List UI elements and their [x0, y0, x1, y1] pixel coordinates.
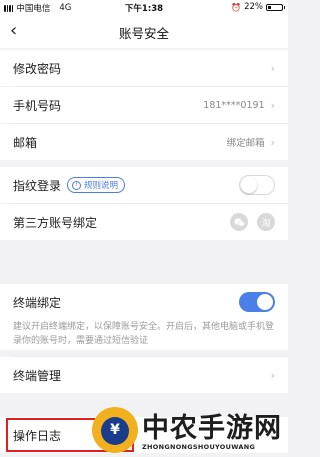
watermark-subtitle: ZHONGNONGSHOUYOUWANG [142, 443, 256, 451]
row-device-management[interactable]: 终端管理 › [0, 357, 288, 393]
status-bar: 中国电信 4G 下午1:38 ⏰ 22% [0, 0, 288, 14]
rule-info-button[interactable]: ! 规则说明 [67, 177, 126, 193]
chevron-right-icon: › [270, 61, 275, 75]
watermark-logo: ¥ [92, 407, 138, 453]
row-label: 终端绑定 [13, 295, 62, 310]
battery-fill [268, 5, 271, 9]
row-label: 终端管理 [13, 368, 62, 383]
row-phone[interactable]: 手机号码 181****0191 › [0, 87, 288, 123]
alarm-icon: ⏰ [231, 2, 242, 12]
social-icons: 淘 [230, 213, 275, 231]
device-binding-note: 建议开启终端绑定，以保障账号安全。开启后，其他电脑或手机登录你的账号时，需要通过… [0, 320, 288, 350]
watermark-title: 中农手游网 [142, 413, 282, 444]
battery-icon [266, 3, 285, 11]
row-label: 第三方账号绑定 [13, 215, 98, 230]
row-device-binding: 终端绑定 [0, 284, 288, 320]
row-email[interactable]: 邮箱 绑定邮箱 › [0, 124, 288, 160]
device-binding-toggle[interactable] [239, 292, 275, 312]
nav-bar: ‹ 账号安全 [0, 14, 288, 48]
toggle-knob [241, 177, 257, 193]
row-label: 修改密码 [13, 61, 62, 76]
chevron-right-icon: › [270, 135, 275, 149]
chevron-right-icon: › [270, 98, 275, 112]
toggle-knob [257, 294, 273, 310]
rule-info-label: 规则说明 [84, 181, 119, 191]
status-right: ⏰ 22% [231, 2, 285, 12]
fingerprint-toggle[interactable] [239, 175, 275, 195]
row-label: 手机号码 [13, 98, 62, 113]
chevron-right-icon: › [270, 368, 275, 382]
battery-percent: 22% [244, 2, 263, 12]
row-third-party[interactable]: 第三方账号绑定 淘 [0, 204, 288, 240]
info-icon: ! [72, 180, 82, 190]
wechat-icon[interactable] [230, 213, 248, 231]
watermark: ¥ 中农手游网 ZHONGNONGSHOUYOUWANG [92, 404, 288, 456]
phone-value: 181****0191 [203, 99, 265, 111]
row-label: 邮箱 [13, 135, 38, 150]
row-fingerprint: 指纹登录 ! 规则说明 [0, 167, 288, 203]
page-title: 账号安全 [118, 26, 169, 41]
row-label: 指纹登录 [13, 178, 62, 193]
taobao-icon[interactable]: 淘 [257, 213, 275, 231]
email-value: 绑定邮箱 [226, 138, 265, 149]
watermark-logo-glyph: ¥ [110, 422, 120, 438]
row-change-password[interactable]: 修改密码 › [0, 50, 288, 86]
